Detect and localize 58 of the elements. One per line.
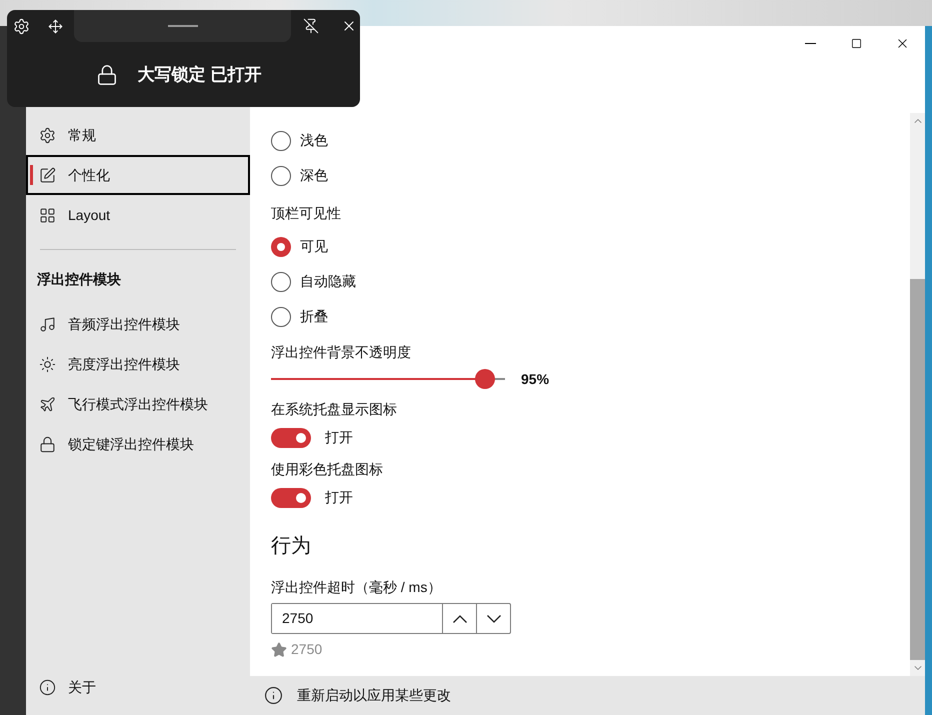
toggle-label: 使用彩色托盘图标	[271, 460, 384, 478]
lock-icon	[96, 64, 118, 86]
about-item[interactable]: 关于	[26, 667, 250, 707]
unpin-icon[interactable]	[303, 18, 319, 34]
move-arrows-icon[interactable]	[48, 18, 63, 34]
lock-icon	[39, 436, 56, 452]
toggle-label: 在系统托盘显示图标	[271, 400, 398, 418]
pen-on-monitor-icon	[39, 166, 56, 184]
slider-value: 95%	[521, 370, 550, 388]
nav-item[interactable]: 锁定键浮出控件模块	[26, 424, 250, 464]
music-note-icon	[39, 316, 56, 332]
radio-button[interactable]	[271, 272, 291, 292]
radio-label: 自动隐藏	[300, 272, 356, 291]
nav-item[interactable]: 常规	[26, 115, 250, 155]
field-label: 浮出控件超时（毫秒 / ms）	[271, 578, 442, 597]
number-field[interactable]: 2750	[271, 603, 511, 634]
nav-item[interactable]: 亮度浮出控件模块	[26, 344, 250, 384]
nav-item[interactable]: 音频浮出控件模块	[26, 304, 250, 344]
slider-label: 浮出控件背景不透明度	[271, 343, 412, 362]
section-title: 浮出控件模块	[36, 270, 122, 288]
scrollbar-thumb[interactable]	[910, 279, 925, 660]
grid-icon	[39, 206, 56, 224]
airplane-icon	[39, 396, 56, 412]
star-icon	[271, 642, 287, 658]
toggle-state: 打开	[325, 428, 353, 447]
selection-indicator	[30, 165, 33, 185]
toggle-switch[interactable]	[271, 488, 311, 508]
chevron-up-icon	[452, 614, 466, 622]
default-value: 2750	[291, 640, 322, 659]
radio-button[interactable]	[271, 306, 291, 326]
radio-button[interactable]	[271, 236, 291, 256]
gear-icon	[39, 126, 56, 144]
nav-item[interactable]: 个性化	[26, 155, 250, 195]
section-heading: 行为	[271, 534, 312, 559]
nav-item[interactable]: 飞行模式浮出控件模块	[26, 384, 250, 424]
settings-icon[interactable]	[13, 18, 30, 34]
sun-icon	[39, 356, 56, 372]
caps-lock-message: 大写锁定 已打开	[138, 64, 262, 86]
radio-button[interactable]	[271, 130, 291, 150]
status-message: 重新启动以应用某些更改	[297, 686, 451, 705]
chevron-down-icon	[486, 614, 500, 622]
scrollbar[interactable]	[910, 113, 925, 676]
opacity-slider[interactable]	[271, 369, 505, 389]
toggle-switch[interactable]	[271, 428, 311, 448]
nav-item[interactable]: Layout	[26, 195, 250, 235]
group-label: 顶栏可见性	[271, 204, 342, 223]
minimize-icon	[804, 42, 816, 44]
radio-label: 可见	[300, 237, 328, 256]
radio-label: 折叠	[300, 307, 328, 326]
radio-button[interactable]	[271, 166, 291, 186]
drag-handle[interactable]	[74, 10, 291, 42]
maximize-icon	[850, 38, 862, 48]
info-icon	[264, 686, 283, 705]
radio-label: 深色	[300, 166, 328, 185]
info-icon	[39, 678, 56, 696]
radio-label: 浅色	[300, 131, 328, 150]
toggle-state: 打开	[325, 488, 353, 507]
slider-thumb[interactable]	[475, 369, 496, 389]
